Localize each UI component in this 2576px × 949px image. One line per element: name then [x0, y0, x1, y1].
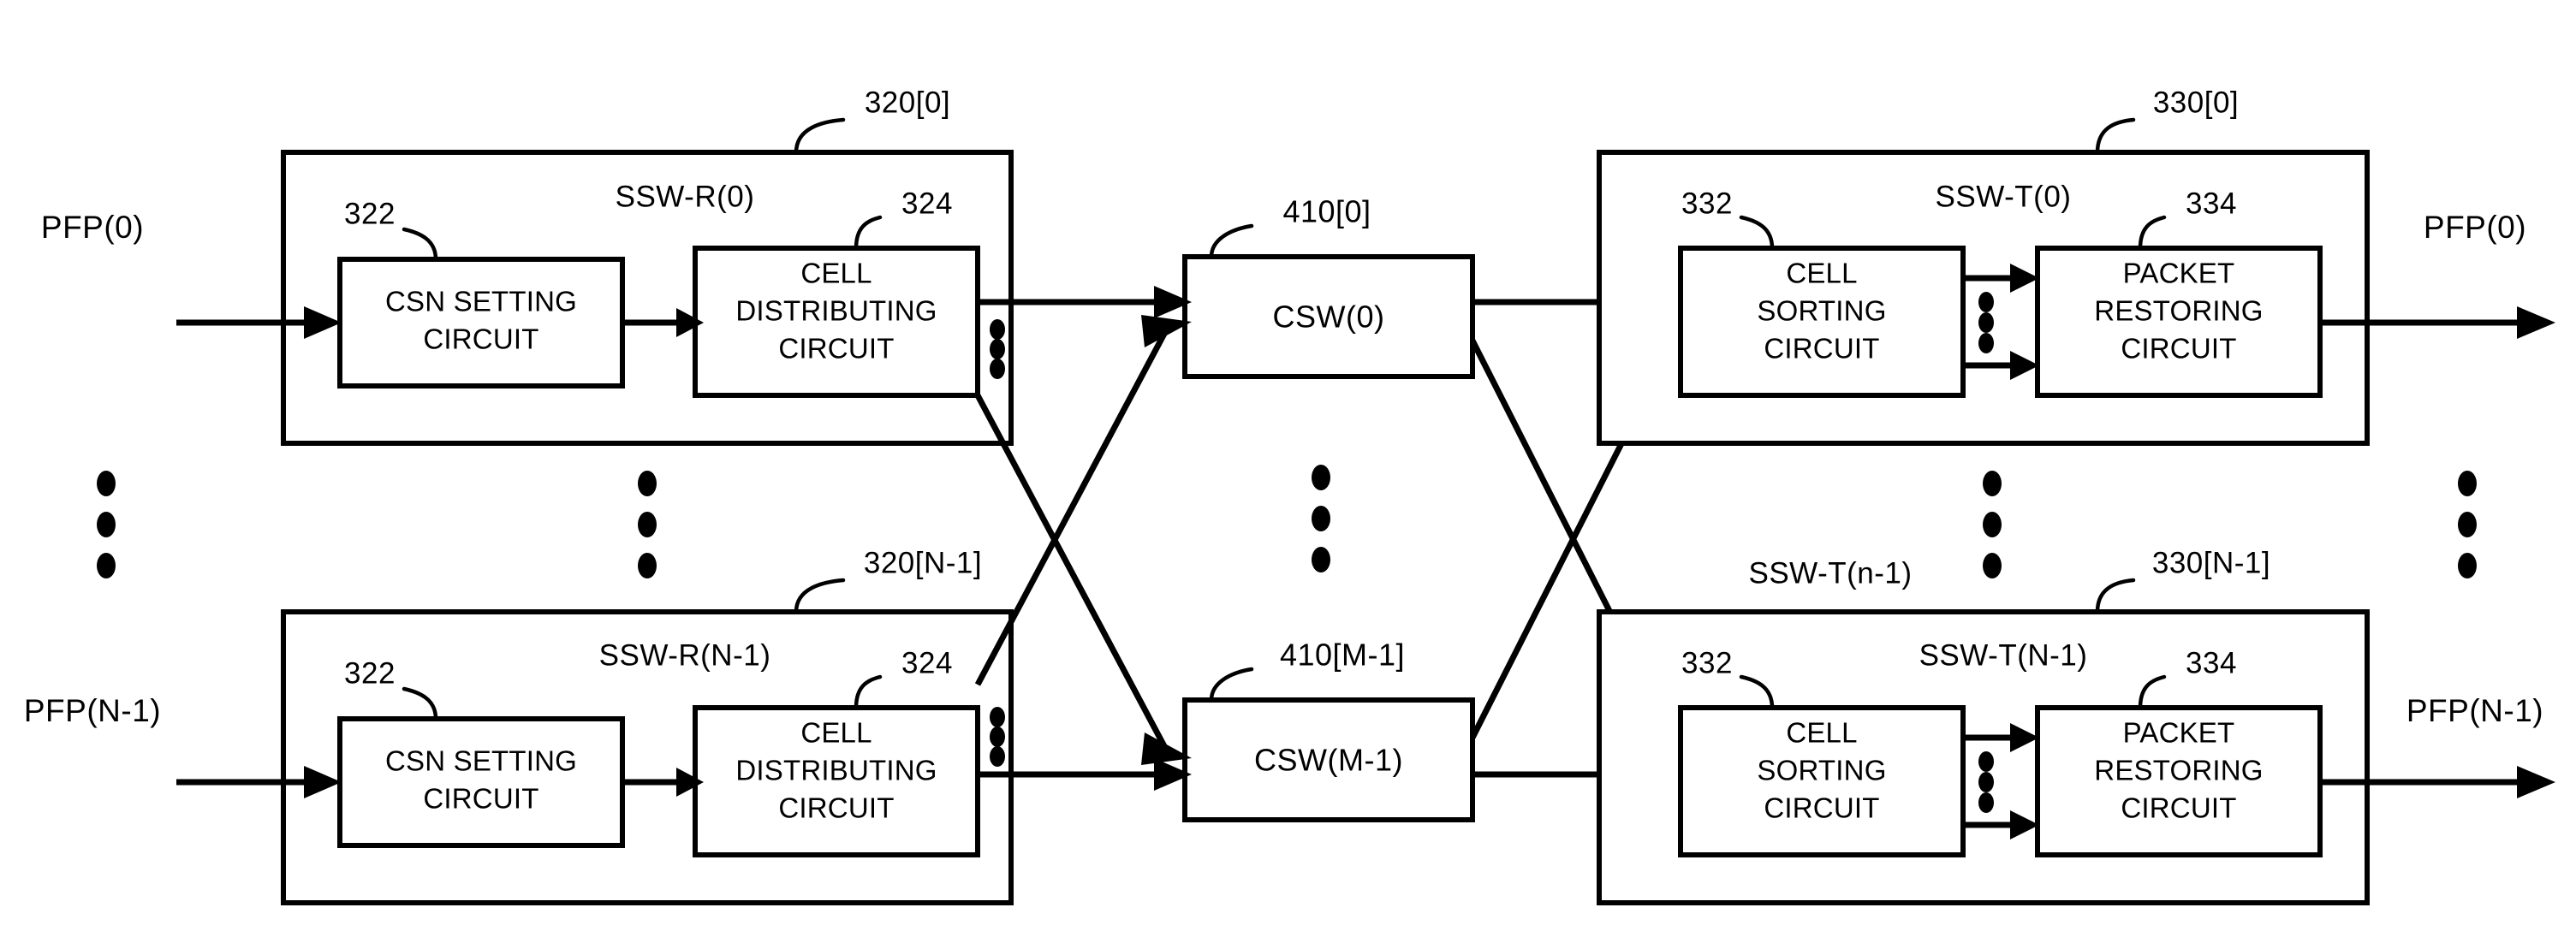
- egress-0-block-332-line1: CELL: [1786, 258, 1857, 289]
- ellipsis-ingress-dot-2: [638, 512, 657, 537]
- center-switch-m-ref-leader: [1209, 667, 1254, 703]
- egress-0-internal-dot-1: [1978, 292, 1994, 312]
- ellipsis-left-outer-dot-3: [97, 553, 116, 578]
- ingress-0-block-324-line1: CELL: [800, 258, 872, 289]
- ingress-n-block-322-ref: 322: [344, 656, 396, 690]
- egress-module-n-ref-leader: [2095, 578, 2136, 614]
- center-switch-0-ref-leader: [1209, 223, 1254, 259]
- ingress-0-block-322-ref: 322: [344, 197, 396, 230]
- ellipsis-egress-dot-3: [1983, 553, 2002, 578]
- ingress-0-block-322-line1: CSN SETTING: [385, 286, 577, 317]
- figure-canvas: SSW-R(0) 320[0] 322 CSN SETTING CIRCUIT …: [0, 0, 2576, 949]
- ingress-0-block-324-line3: CIRCUIT: [778, 333, 894, 365]
- ellipsis-right-outer-dot-3: [2458, 553, 2477, 578]
- ingress-module-n-ref-leader: [794, 578, 846, 614]
- egress-n-internal-dot-3: [1978, 792, 1994, 813]
- egress-n-block-334-line2: RESTORING: [2094, 755, 2263, 786]
- input-port-n-label: PFP(N-1): [24, 693, 161, 728]
- egress-n-block-332-line3: CIRCUIT: [1764, 792, 1879, 824]
- egress-0-block-334-line1: PACKET: [2123, 258, 2235, 289]
- ingress-0-block-324-line2: DISTRIBUTING: [735, 295, 937, 327]
- egress-0-block-334-line3: CIRCUIT: [2121, 333, 2236, 365]
- ellipsis-egress-dot-2: [1983, 512, 2002, 537]
- ingress-module-0-ref: 320[0]: [865, 86, 950, 119]
- ingress-module-0-ref-leader: [794, 117, 846, 155]
- egress-module-0-label: SSW-T(0): [1936, 180, 2072, 213]
- egress-0-internal-dot-2: [1978, 312, 1994, 333]
- egress-module-0-ref-leader: [2095, 117, 2136, 155]
- ellipsis-egress-dot-1: [1983, 471, 2002, 496]
- ingress-0-block-324-ref: 324: [901, 187, 953, 220]
- ellipsis-right-outer-dot-2: [2458, 512, 2477, 537]
- ingress-n-fanout-dot-3: [990, 746, 1005, 767]
- egress-0-block-332-line3: CIRCUIT: [1764, 333, 1879, 365]
- ellipsis-ingress-dot-3: [638, 553, 657, 578]
- egress-n-internal-dot-2: [1978, 772, 1994, 792]
- ellipsis-ingress-dot-1: [638, 471, 657, 496]
- center-switch-0-ref: 410[0]: [1282, 194, 1371, 229]
- egress-n-block-332-ref: 332: [1681, 646, 1733, 679]
- output-port-0-arrowhead: [2517, 306, 2555, 339]
- ellipsis-center-dot-1: [1312, 465, 1330, 490]
- ellipsis-center-dot-2: [1312, 506, 1330, 531]
- egress-n-block-334-ref: 334: [2186, 646, 2237, 679]
- input-port-0-label: PFP(0): [41, 210, 144, 245]
- egress-n-block-332-line1: CELL: [1786, 717, 1857, 749]
- ingress-n-block-322-line2: CIRCUIT: [423, 783, 538, 815]
- ingress-n-block-324-ref: 324: [901, 646, 953, 679]
- ellipsis-center-dot-3: [1312, 547, 1330, 572]
- egress-0-internal-dot-3: [1978, 333, 1994, 353]
- egress-0-block-334-ref: 334: [2186, 187, 2237, 220]
- ingress-0-fanout-dot-1: [990, 319, 1005, 340]
- center-switch-m-ref: 410[M-1]: [1280, 638, 1405, 673]
- floating-label-sswt-n1: SSW-T(n-1): [1748, 556, 1912, 590]
- output-port-n-arrowhead: [2517, 766, 2555, 798]
- block-diagram: SSW-R(0) 320[0] 322 CSN SETTING CIRCUIT …: [24, 86, 2555, 905]
- ingress-n-block-324-line3: CIRCUIT: [778, 792, 894, 824]
- ellipsis-left-outer-dot-2: [97, 512, 116, 537]
- ingress-n-block-324-line1: CELL: [800, 717, 872, 749]
- egress-n-block-334-line3: CIRCUIT: [2121, 792, 2236, 824]
- egress-n-block-334-line1: PACKET: [2123, 717, 2235, 749]
- ingress-0-fanout-dot-2: [990, 339, 1005, 359]
- ellipsis-right-outer-dot-1: [2458, 471, 2477, 496]
- center-switch-m-label: CSW(M-1): [1254, 743, 1403, 778]
- ingress-module-n-label: SSW-R(N-1): [599, 638, 771, 672]
- output-port-n-label: PFP(N-1): [2406, 693, 2543, 728]
- egress-module-n-ref: 330[N-1]: [2152, 546, 2270, 579]
- ingress-n-fanout-dot-2: [990, 727, 1005, 747]
- center-switch-0-label: CSW(0): [1273, 300, 1385, 335]
- egress-0-block-332-ref: 332: [1681, 187, 1733, 220]
- egress-0-block-332-line2: SORTING: [1757, 295, 1886, 327]
- egress-0-block-334-line2: RESTORING: [2094, 295, 2263, 327]
- egress-module-n-label: SSW-T(N-1): [1919, 638, 2088, 672]
- output-port-0-label: PFP(0): [2424, 210, 2526, 245]
- ellipsis-left-outer-dot-1: [97, 471, 116, 496]
- ingress-module-n-ref: 320[N-1]: [864, 546, 982, 579]
- egress-n-block-332-line2: SORTING: [1757, 755, 1886, 786]
- ingress-0-fanout-dot-3: [990, 359, 1005, 379]
- ingress-0-block-322-line2: CIRCUIT: [423, 323, 538, 355]
- ingress-n-block-322-line1: CSN SETTING: [385, 745, 577, 777]
- ingress-n-block-324-line2: DISTRIBUTING: [735, 755, 937, 786]
- egress-n-internal-dot-1: [1978, 751, 1994, 772]
- ingress-module-0-label: SSW-R(0): [616, 180, 755, 213]
- egress-module-0-ref: 330[0]: [2153, 86, 2239, 119]
- ingress-n-fanout-dot-1: [990, 707, 1005, 727]
